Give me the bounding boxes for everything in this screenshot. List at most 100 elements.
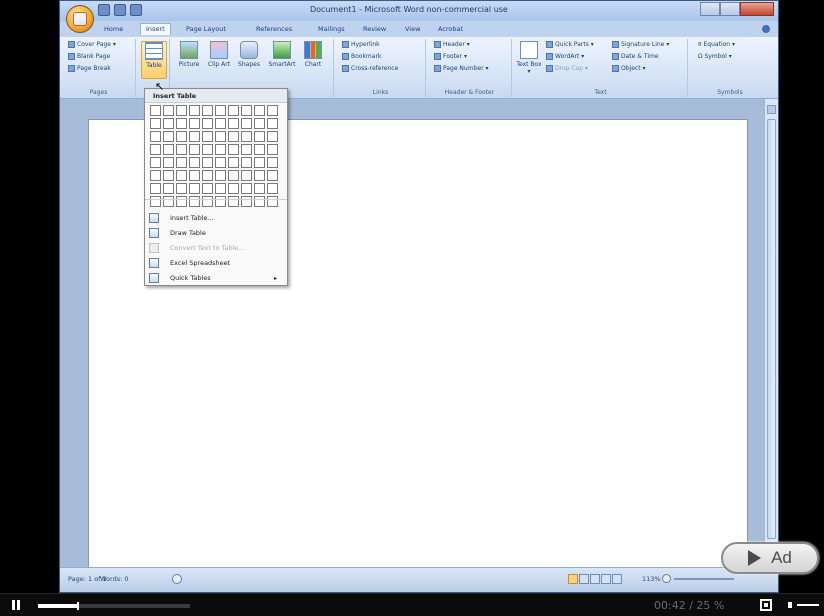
pause-button[interactable]: [10, 598, 22, 612]
tab-review[interactable]: Review: [363, 25, 386, 33]
table-grid-cell[interactable]: [150, 183, 161, 194]
maximize-button[interactable]: [720, 2, 740, 16]
tab-acrobat[interactable]: Acrobat: [438, 25, 463, 33]
tab-home[interactable]: Home: [104, 25, 123, 33]
table-grid-cell[interactable]: [189, 105, 200, 116]
signature-line-button[interactable]: Signature Line ▾: [612, 41, 669, 48]
table-grid-cell[interactable]: [176, 144, 187, 155]
minimize-button[interactable]: [700, 2, 720, 16]
table-grid-cell[interactable]: [189, 157, 200, 168]
word-count[interactable]: Words: 0: [100, 575, 129, 583]
page-break-button[interactable]: Page Break: [68, 65, 111, 72]
table-grid-cell[interactable]: [150, 131, 161, 142]
wordart-button[interactable]: WordArt ▾: [546, 53, 584, 60]
table-grid-cell[interactable]: [267, 105, 278, 116]
table-grid-cell[interactable]: [254, 183, 265, 194]
table-grid-cell[interactable]: [176, 170, 187, 181]
table-grid-cell[interactable]: [254, 105, 265, 116]
chart-button[interactable]: Chart: [300, 41, 326, 68]
smartart-button[interactable]: SmartArt: [266, 41, 298, 68]
table-grid-cell[interactable]: [150, 170, 161, 181]
shapes-button[interactable]: Shapes: [236, 41, 262, 68]
table-grid-cell[interactable]: [267, 157, 278, 168]
hyperlink-button[interactable]: Hyperlink: [342, 41, 380, 48]
table-grid-cell[interactable]: [215, 118, 226, 129]
table-grid-cell[interactable]: [215, 183, 226, 194]
table-grid-cell[interactable]: [202, 170, 213, 181]
table-grid-cell[interactable]: [241, 105, 252, 116]
table-button[interactable]: Table: [141, 41, 167, 79]
table-grid-cell[interactable]: [163, 157, 174, 168]
text-box-button[interactable]: Text Box ▾: [516, 41, 542, 75]
table-grid-cell[interactable]: [176, 118, 187, 129]
table-grid-cell[interactable]: [254, 131, 265, 142]
volume-bar[interactable]: [797, 604, 819, 606]
tab-view[interactable]: View: [405, 25, 420, 33]
table-grid-cell[interactable]: [202, 118, 213, 129]
fullscreen-icon[interactable]: [760, 599, 772, 611]
table-grid-cell[interactable]: [150, 118, 161, 129]
table-grid-cell[interactable]: [150, 144, 161, 155]
picture-button[interactable]: Picture: [176, 41, 202, 68]
menu-item-draw-table[interactable]: Draw Table: [149, 226, 283, 240]
table-grid-cell[interactable]: [150, 105, 161, 116]
table-grid-cell[interactable]: [267, 196, 278, 207]
footer-button[interactable]: Footer ▾: [434, 53, 467, 60]
table-grid-cell[interactable]: [150, 196, 161, 207]
ad-button[interactable]: Ad: [721, 542, 819, 574]
full-screen-reading-icon[interactable]: [579, 574, 589, 584]
tab-insert[interactable]: Insert: [140, 23, 171, 35]
outline-icon[interactable]: [601, 574, 611, 584]
table-grid-cell[interactable]: [150, 157, 161, 168]
table-grid-cell[interactable]: [228, 170, 239, 181]
table-grid-cell[interactable]: [215, 157, 226, 168]
table-grid-cell[interactable]: [267, 144, 278, 155]
object-button[interactable]: Object ▾: [612, 65, 645, 72]
table-grid-cell[interactable]: [267, 183, 278, 194]
zoom-slider[interactable]: [674, 578, 734, 580]
table-grid-cell[interactable]: [163, 105, 174, 116]
header-button[interactable]: Header ▾: [434, 41, 470, 48]
table-grid-cell[interactable]: [241, 131, 252, 142]
table-grid-cell[interactable]: [215, 105, 226, 116]
table-grid-cell[interactable]: [176, 131, 187, 142]
table-grid-cell[interactable]: [189, 183, 200, 194]
menu-item-quick-tables[interactable]: Quick Tables ▸: [149, 271, 283, 285]
table-grid-cell[interactable]: [189, 118, 200, 129]
cover-page-button[interactable]: Cover Page ▾: [68, 41, 116, 48]
blank-page-button[interactable]: Blank Page: [68, 53, 110, 60]
table-grid-cell[interactable]: [163, 183, 174, 194]
draft-icon[interactable]: [612, 574, 622, 584]
table-grid-cell[interactable]: [254, 157, 265, 168]
timeline-track[interactable]: [38, 602, 190, 610]
table-grid-cell[interactable]: [228, 105, 239, 116]
table-grid-cell[interactable]: [189, 131, 200, 142]
office-button[interactable]: [66, 5, 94, 33]
table-grid-cell[interactable]: [228, 144, 239, 155]
table-grid-cell[interactable]: [228, 157, 239, 168]
print-layout-icon[interactable]: [568, 574, 578, 584]
timeline-scrubber[interactable]: [76, 602, 79, 610]
table-grid-cell[interactable]: [202, 183, 213, 194]
table-grid-cell[interactable]: [176, 157, 187, 168]
table-grid-cell[interactable]: [267, 170, 278, 181]
table-grid-cell[interactable]: [254, 170, 265, 181]
proofing-icon[interactable]: [172, 574, 182, 584]
scroll-thumb[interactable]: [767, 119, 776, 539]
tab-references[interactable]: References: [256, 25, 292, 33]
help-icon[interactable]: [762, 25, 770, 33]
table-size-grid[interactable]: [150, 105, 278, 207]
table-grid-cell[interactable]: [267, 131, 278, 142]
table-grid-cell[interactable]: [215, 131, 226, 142]
table-grid-cell[interactable]: [215, 170, 226, 181]
tab-page-layout[interactable]: Page Layout: [186, 25, 226, 33]
volume-control[interactable]: [788, 599, 822, 611]
table-grid-cell[interactable]: [215, 196, 226, 207]
drop-cap-button[interactable]: Drop Cap ▾: [546, 65, 588, 72]
cross-reference-button[interactable]: Cross-reference: [342, 65, 398, 72]
symbol-button[interactable]: Ω Symbol ▾: [698, 53, 732, 60]
table-grid-cell[interactable]: [176, 196, 187, 207]
save-icon[interactable]: [98, 4, 110, 16]
table-grid-cell[interactable]: [228, 196, 239, 207]
clip-art-button[interactable]: Clip Art: [206, 41, 232, 68]
